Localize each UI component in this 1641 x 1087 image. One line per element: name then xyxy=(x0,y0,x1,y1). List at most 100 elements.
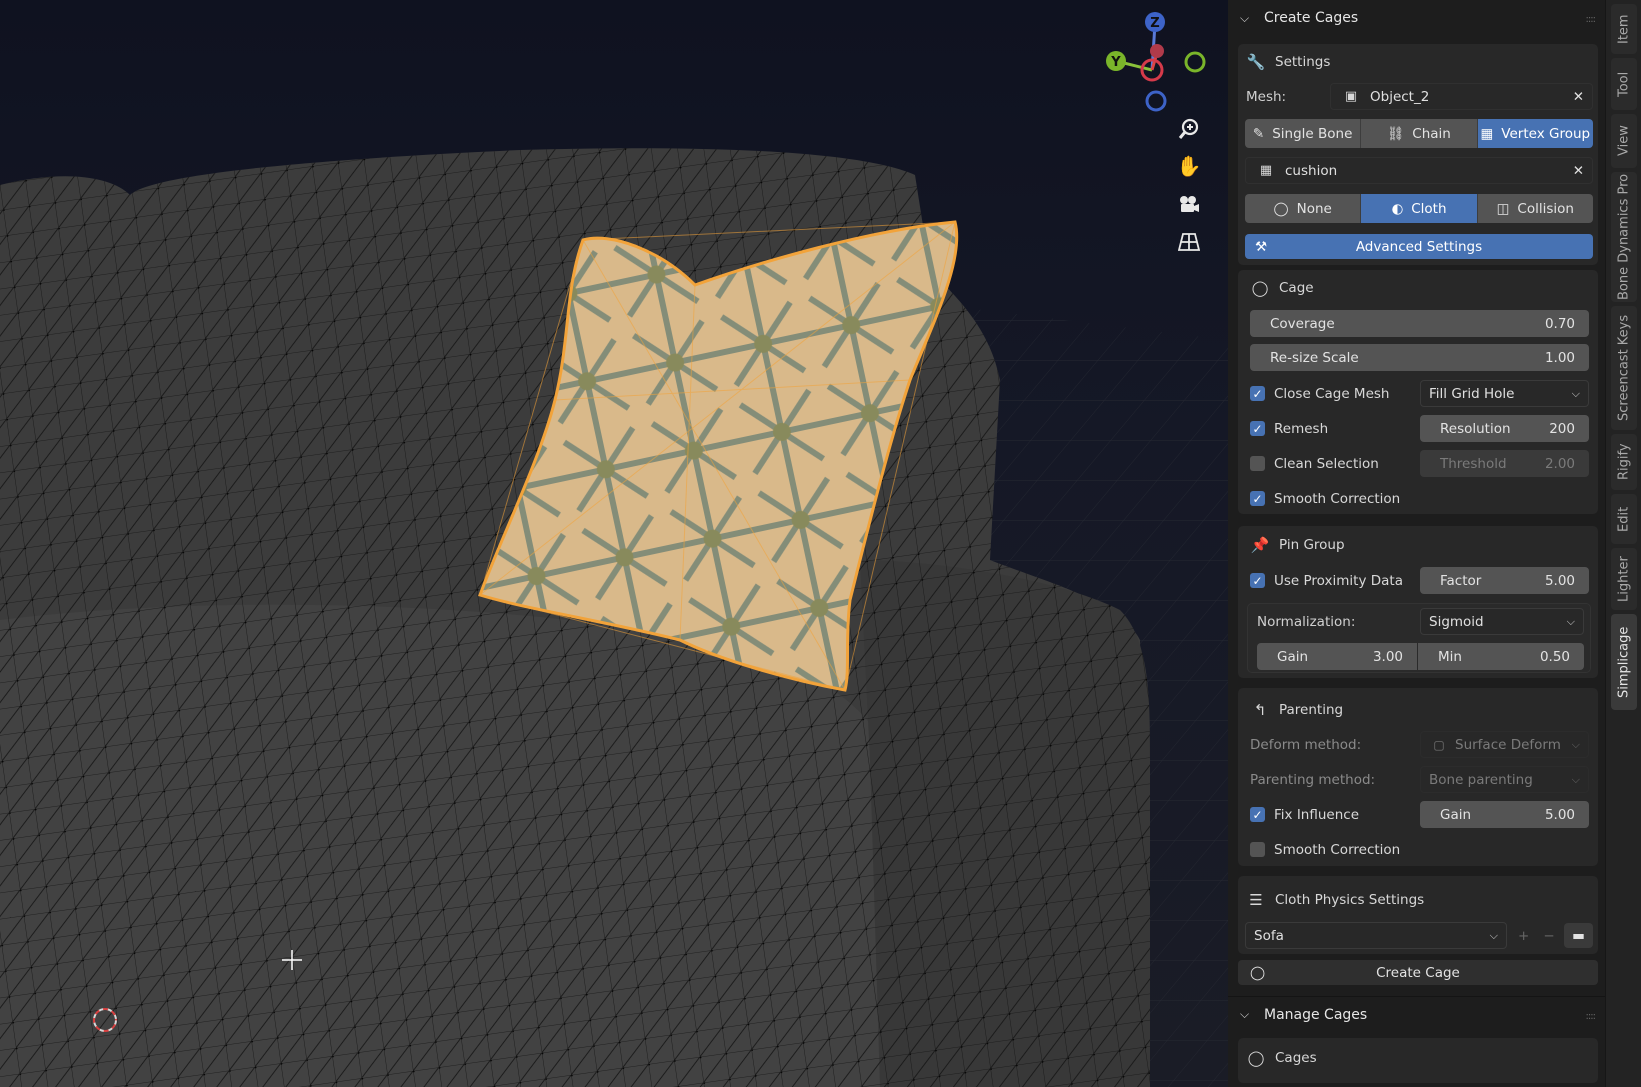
tab-edit[interactable]: Edit xyxy=(1611,494,1637,544)
gain-field[interactable]: Gain 3.00 xyxy=(1257,643,1417,670)
physics-none-button[interactable]: ◯ None xyxy=(1245,194,1362,223)
list-icon: ☰ xyxy=(1249,891,1263,909)
folder-icon[interactable]: ▬ xyxy=(1564,923,1593,948)
3d-viewport[interactable]: Z Y ✋ xyxy=(0,0,1228,1087)
checkbox-icon xyxy=(1250,456,1265,471)
fix-influence-checkbox[interactable]: ✓ Fix Influence xyxy=(1250,801,1359,828)
camera-icon[interactable] xyxy=(1173,188,1205,220)
navigation-gizmo[interactable]: Z Y xyxy=(1100,8,1210,118)
checkbox-icon: ✓ xyxy=(1250,491,1265,506)
create-cages-header[interactable]: ⌵ Create Cages :::: xyxy=(1228,0,1605,36)
cloth-physics-header[interactable]: ☰ Cloth Physics Settings xyxy=(1246,888,1424,912)
vertex-group-field[interactable]: ▦ cushion ✕ xyxy=(1245,157,1593,184)
remesh-checkbox[interactable]: ✓ Remesh xyxy=(1250,415,1328,442)
cages-header[interactable]: ◯ Cages xyxy=(1246,1046,1317,1070)
vertex-group-button[interactable]: ▦ Vertex Group xyxy=(1477,119,1593,148)
checkbox-icon: ✓ xyxy=(1250,421,1265,436)
settings-box xyxy=(1238,44,1598,265)
zoom-icon[interactable] xyxy=(1173,113,1205,145)
mesh-label: Mesh: xyxy=(1246,88,1287,105)
parenting-header[interactable]: ↰ Parenting xyxy=(1250,698,1343,722)
coverage-slider[interactable]: Coverage 0.70 xyxy=(1250,310,1589,337)
tab-view[interactable]: View xyxy=(1611,114,1637,168)
clear-vertex-group-icon[interactable]: ✕ xyxy=(1573,163,1584,179)
parenting-method-label: Parenting method: xyxy=(1250,771,1376,788)
min-field[interactable]: Min 0.50 xyxy=(1418,643,1584,670)
normalization-select[interactable]: Sigmoid ⌵ xyxy=(1420,608,1584,635)
tab-item[interactable]: Item xyxy=(1611,4,1637,54)
normalization-label: Normalization: xyxy=(1257,613,1356,630)
physics-collision-button[interactable]: ◫ Collision xyxy=(1477,194,1593,223)
close-cage-checkbox[interactable]: ✓ Close Cage Mesh xyxy=(1250,380,1389,407)
physics-selector[interactable]: ◯ None ◐ Cloth ◫ Collision xyxy=(1245,194,1593,223)
single-bone-button[interactable]: ✎ Single Bone xyxy=(1245,119,1362,148)
collision-icon: ◫ xyxy=(1496,200,1510,217)
deform-method-label: Deform method: xyxy=(1250,736,1362,753)
parenting-method-select: Bone parenting ⌵ xyxy=(1420,766,1589,793)
chevron-down-icon: ⌵ xyxy=(1240,10,1250,25)
advanced-settings-button[interactable]: ⚒ Advanced Settings xyxy=(1245,234,1593,259)
create-cages-title: Create Cages xyxy=(1264,10,1359,26)
chevron-down-icon: ⌵ xyxy=(1566,614,1575,628)
close-cage-method-select[interactable]: Fill Grid Hole ⌵ xyxy=(1420,380,1589,407)
svg-text:Z: Z xyxy=(1150,16,1159,31)
fix-gain-field[interactable]: Gain 5.00 xyxy=(1420,801,1589,828)
tab-bone-dynamics-pro[interactable]: Bone Dynamics Pro xyxy=(1611,172,1637,302)
resize-scale-slider[interactable]: Re-size Scale 1.00 xyxy=(1250,344,1589,371)
pin-icon: 📌 xyxy=(1250,536,1270,554)
resolution-field[interactable]: Resolution 200 xyxy=(1420,415,1589,442)
clean-selection-checkbox[interactable]: Clean Selection xyxy=(1250,450,1379,477)
tab-screencast-keys[interactable]: Screencast Keys xyxy=(1611,306,1637,430)
cloth-preset-select[interactable]: Sofa ⌵ xyxy=(1245,922,1507,949)
chain-button[interactable]: ⛓ Chain xyxy=(1361,119,1478,148)
pin-group-header[interactable]: 📌 Pin Group xyxy=(1250,533,1345,557)
grid-view-icon[interactable] xyxy=(1173,226,1205,258)
physics-cloth-button[interactable]: ◐ Cloth xyxy=(1361,194,1478,223)
tab-rigify[interactable]: Rigify xyxy=(1611,434,1637,490)
chevron-down-icon: ⌵ xyxy=(1571,386,1580,400)
svg-text:Y: Y xyxy=(1110,55,1121,70)
drag-grip-icon[interactable]: :::: xyxy=(1586,1011,1597,1022)
parent-arrow-icon: ↰ xyxy=(1253,701,1267,719)
cage-header[interactable]: ◯ Cage xyxy=(1250,276,1314,300)
chain-icon: ⛓ xyxy=(1387,125,1405,142)
clear-mesh-icon[interactable]: ✕ xyxy=(1573,89,1584,105)
pan-hand-icon[interactable]: ✋ xyxy=(1173,150,1205,182)
mesh-field[interactable]: ▣ Object_2 ✕ xyxy=(1330,83,1593,110)
sidebar-tabs: Item Tool View Bone Dynamics Pro Screenc… xyxy=(1605,0,1641,1087)
chevron-down-icon: ⌵ xyxy=(1571,737,1580,751)
sidebar-panel: ⌵ Create Cages :::: 🔧 Settings Mesh: ▣ O… xyxy=(1228,0,1605,1087)
chevron-down-icon: ⌵ xyxy=(1489,928,1498,942)
vertex-group-icon: ▦ xyxy=(1259,163,1273,178)
factor-field[interactable]: Factor 5.00 xyxy=(1420,567,1589,594)
tab-tool[interactable]: Tool xyxy=(1611,58,1637,110)
sphere-icon: ◯ xyxy=(1247,1049,1265,1067)
remove-preset-icon[interactable]: − xyxy=(1543,928,1554,944)
sphere-icon: ◯ xyxy=(1251,279,1269,297)
mesh-object-icon: ▣ xyxy=(1344,89,1358,104)
create-cage-button[interactable]: ◯ Create Cage xyxy=(1238,960,1598,985)
deform-method-select: ▢ Surface Deform ⌵ xyxy=(1420,731,1589,758)
tab-simplicage[interactable]: Simplicage xyxy=(1611,614,1637,710)
manage-cages-header[interactable]: ⌵ Manage Cages :::: xyxy=(1228,996,1605,1032)
tools-icon: ⚒ xyxy=(1255,238,1268,255)
checkbox-icon xyxy=(1250,842,1265,857)
chevron-down-icon: ⌵ xyxy=(1240,1007,1250,1021)
wrench-icon: 🔧 xyxy=(1246,53,1266,71)
sphere-icon: ◯ xyxy=(1273,200,1289,217)
checkbox-icon: ✓ xyxy=(1250,573,1265,588)
sphere-icon: ◯ xyxy=(1250,964,1266,981)
tab-lighter[interactable]: Lighter xyxy=(1611,548,1637,610)
mode-selector[interactable]: ✎ Single Bone ⛓ Chain ▦ Vertex Group xyxy=(1245,119,1593,148)
bone-icon: ✎ xyxy=(1252,125,1265,142)
checkbox-icon: ✓ xyxy=(1250,386,1265,401)
add-preset-icon[interactable]: + xyxy=(1518,928,1529,944)
cage-smooth-correction-checkbox[interactable]: ✓ Smooth Correction xyxy=(1250,485,1400,512)
use-proximity-checkbox[interactable]: ✓ Use Proximity Data xyxy=(1250,567,1403,594)
parenting-smooth-correction-checkbox[interactable]: Smooth Correction xyxy=(1250,836,1400,863)
checkbox-icon: ✓ xyxy=(1250,807,1265,822)
drag-grip-icon[interactable]: :::: xyxy=(1586,14,1597,25)
chevron-down-icon: ⌵ xyxy=(1571,772,1580,786)
settings-header[interactable]: 🔧 Settings xyxy=(1246,50,1331,74)
cloth-icon: ◐ xyxy=(1391,200,1404,217)
